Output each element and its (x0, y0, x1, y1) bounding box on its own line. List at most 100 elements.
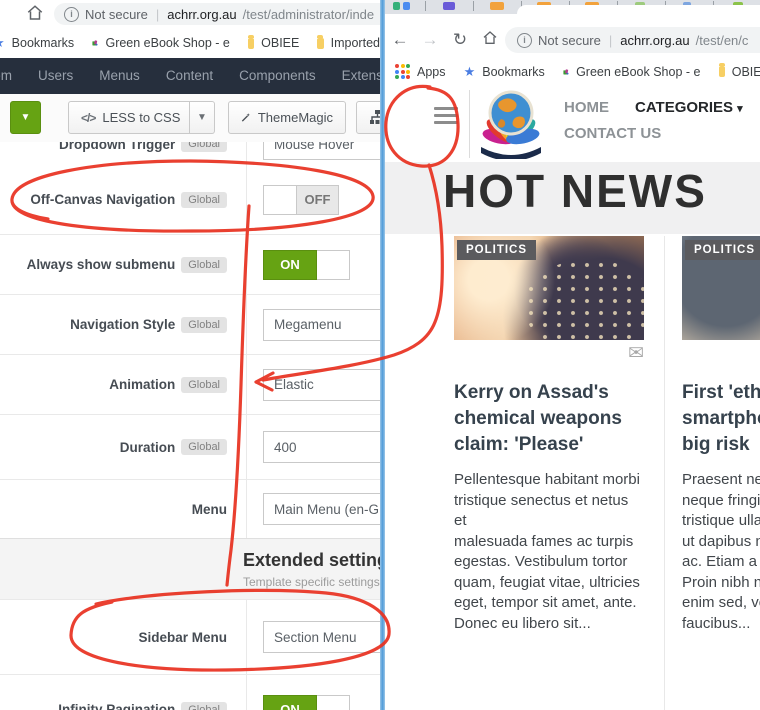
toggle-on-label: ON (263, 694, 317, 710)
save-split-button[interactable]: ▼ (10, 101, 41, 134)
category-badge[interactable]: POLITICS (685, 240, 760, 260)
back-icon[interactable]: ← (385, 30, 415, 50)
address-bar[interactable]: i Not secure | achrr.org.au/test/en/c (505, 27, 760, 53)
envelope-icon[interactable]: ✉ (628, 344, 644, 363)
wand-icon (241, 113, 250, 122)
star-icon: ★ (0, 35, 5, 51)
nav-contact[interactable]: CONTACT US (564, 125, 661, 142)
setting-label: Menu (191, 501, 227, 517)
thememagic-label: ThemeMagic (257, 110, 333, 125)
admin-browser-window: i Not secure | achrr.org.au/test/adminis… (0, 0, 380, 710)
address-bar-row: i Not secure | achrr.org.au/test/adminis… (0, 0, 380, 28)
menu-components[interactable]: Components (226, 58, 329, 94)
menu-content[interactable]: Content (153, 58, 226, 94)
input-value: 400 (274, 439, 297, 455)
setting-label: Animation (109, 377, 176, 392)
bookmark-obiee[interactable]: OBIEE (261, 36, 299, 50)
tab-divider (425, 1, 426, 11)
section-title: Extended settings (243, 550, 380, 570)
site-logo[interactable] (477, 87, 545, 159)
browser-tabstrip[interactable] (385, 0, 760, 23)
home-icon[interactable] (475, 30, 505, 51)
caret-down-icon: ▼ (20, 111, 31, 123)
article-card[interactable]: POLITICS ✉ Kerry on Assad's chemical wea… (454, 236, 644, 634)
site-nav-row1: HOME CATEGORIES▾ VIDEOS (564, 99, 760, 116)
url-separator: | (608, 32, 613, 48)
setting-label: Sidebar Menu (138, 629, 227, 645)
active-tab[interactable] (517, 5, 760, 23)
offcanvas-toggle[interactable]: OFF (263, 184, 339, 215)
menu-system[interactable]: System (0, 58, 25, 94)
menu-users[interactable]: Users (25, 58, 86, 94)
caret-down-icon: ▾ (737, 103, 743, 115)
navstyle-select[interactable]: Megamenu (263, 308, 380, 341)
setting-row-submenu: Always show submenu Global ON (0, 235, 380, 295)
toggle-knob (317, 694, 350, 710)
menu-menus[interactable]: Menus (86, 58, 153, 94)
bookmark-apps[interactable]: Apps (417, 65, 446, 79)
setting-row-offcanvas: Off-Canvas Navigation Global OFF (0, 165, 380, 235)
sidebar-menu-select[interactable]: Section Menu (263, 621, 380, 653)
global-badge: Global (181, 439, 227, 455)
address-bar[interactable]: i Not secure | achrr.org.au/test/adminis… (54, 3, 380, 25)
security-label: Not secure (85, 6, 148, 22)
dropdown-trigger-select[interactable]: Mouse Hover (263, 142, 380, 160)
bookmark-shop[interactable]: Green eBook Shop - e (576, 65, 700, 79)
submenu-toggle[interactable]: ON (263, 249, 350, 280)
url-path: /test/administrator/inde (242, 6, 375, 22)
tab-favicon (403, 2, 410, 10)
article-image[interactable]: POLITICS (454, 236, 644, 340)
bookmarks-folder[interactable]: Bookmarks (12, 36, 75, 50)
select-value: Main Menu (en-GB) (274, 501, 380, 517)
duration-input[interactable]: 400 (263, 431, 380, 463)
menu-extensions[interactable]: Extensions (329, 58, 380, 94)
select-value: Elastic (274, 377, 314, 392)
home-icon[interactable] (26, 4, 44, 22)
joomla-admin-menubar: System Users Menus Content Components Ex… (0, 58, 380, 94)
nav-categories[interactable]: CATEGORIES ▾ (635, 99, 743, 116)
folder-icon (718, 63, 725, 77)
setting-row-sidebar: Sidebar Menu Section Menu (0, 600, 380, 675)
infinity-toggle[interactable]: ON (263, 694, 350, 710)
info-icon[interactable]: i (517, 32, 532, 48)
global-badge: Global (181, 191, 227, 208)
bookmark-shop[interactable]: Green eBook Shop - e (105, 36, 229, 50)
article-excerpt: Praesent ne neque fringil tristique ulla… (682, 471, 760, 632)
nav-home[interactable]: HOME (564, 99, 609, 116)
thememagic-button[interactable]: ThemeMagic (228, 101, 346, 134)
info-icon[interactable]: i (64, 6, 79, 22)
setting-label: Duration (119, 439, 176, 455)
article-card[interactable]: POLITICS First 'ethi smartpho big risk P… (682, 236, 760, 634)
article-image[interactable]: POLITICS (682, 236, 760, 340)
sitemap-icon (370, 110, 380, 124)
column-divider (664, 236, 665, 710)
setting-label: Always show submenu (26, 257, 176, 272)
bookmarks-folder[interactable]: Bookmarks (482, 65, 545, 79)
bookmark-obiee[interactable]: OBIEE (732, 65, 760, 79)
folder-icon (247, 34, 255, 49)
refresh-icon[interactable]: ↻ (445, 30, 475, 50)
setting-label: Infinity Pagination (58, 702, 176, 710)
tab-favicon (490, 2, 504, 10)
url-path: /test/en/c (695, 32, 749, 48)
bookmark-imported[interactable]: Imported (331, 36, 380, 50)
article-title[interactable]: Kerry on Assad's chemical weapons claim:… (454, 380, 644, 458)
animation-select[interactable]: Elastic (263, 368, 380, 401)
setting-row-dropdown-trigger: Dropdown Trigger Global Mouse Hover (0, 142, 380, 165)
setting-row-animation: Animation Global Elastic (0, 355, 380, 415)
menu-select[interactable]: Main Menu (en-GB) (263, 493, 380, 525)
code-icon: </> (81, 110, 96, 125)
template-tree-button[interactable] (356, 101, 380, 134)
setting-row-duration: Duration Global 400 (0, 415, 380, 480)
hamburger-icon[interactable] (434, 107, 458, 124)
site-browser-window: ← → ↻ i Not secure | achrr.org.au/test/e… (385, 0, 760, 710)
tab-divider (473, 1, 474, 11)
less-dropdown-button[interactable]: ▼ (190, 101, 215, 134)
apps-grid-icon (395, 64, 410, 79)
forward-icon[interactable]: → (415, 30, 445, 50)
article-title[interactable]: First 'ethi smartpho big risk (682, 380, 760, 458)
category-badge[interactable]: POLITICS (457, 240, 537, 260)
less-to-css-button[interactable]: </> LESS to CSS (68, 101, 190, 134)
security-label: Not secure (538, 32, 601, 48)
site-header: HOME CATEGORIES▾ VIDEOS CONTACT US (385, 85, 760, 162)
